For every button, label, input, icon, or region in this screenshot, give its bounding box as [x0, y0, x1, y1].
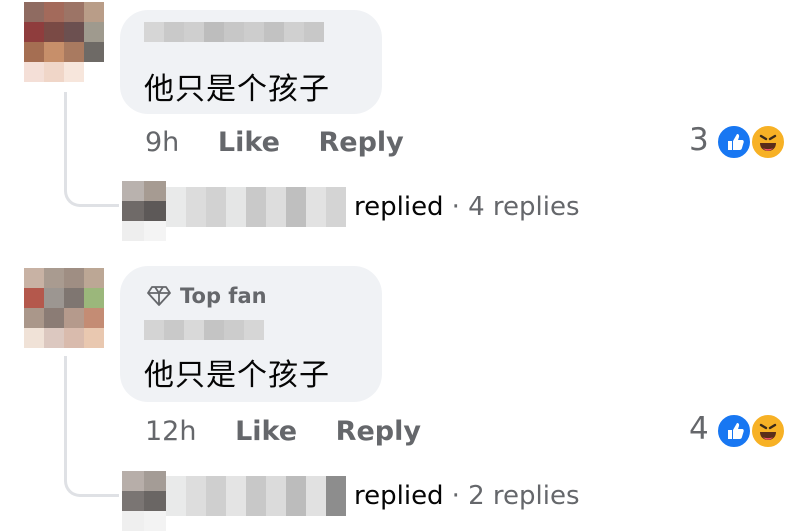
view-replies-link[interactable]: replied · 4 replies	[166, 187, 580, 227]
diamond-icon	[147, 286, 171, 306]
view-replies-link[interactable]: replied · 2 replies	[166, 476, 580, 516]
author-name-blurred[interactable]	[144, 22, 324, 42]
comment-bubble: Top fan 他只是个孩子	[120, 266, 382, 402]
thread-connector	[64, 92, 119, 207]
author-name-blurred[interactable]	[144, 320, 264, 340]
comment-bubble: 他只是个孩子	[120, 10, 382, 114]
replies-count: · 4 replies	[451, 192, 580, 222]
reply-button[interactable]: Reply	[319, 127, 404, 158]
timestamp[interactable]: 12h	[145, 416, 196, 447]
reply-author-blurred	[166, 476, 346, 516]
comment-text: 他只是个孩子	[144, 358, 330, 393]
avatar[interactable]	[24, 2, 104, 82]
haha-icon[interactable]	[750, 124, 786, 160]
top-fan-label: Top fan	[180, 284, 267, 308]
like-button[interactable]: Like	[218, 127, 280, 158]
like-icon[interactable]	[716, 124, 752, 160]
replied-label: replied	[354, 192, 444, 222]
comment-thread: 他只是个孩子 9h Like Reply 3 replied · 4 repli…	[0, 0, 800, 531]
top-fan-badge: Top fan	[146, 284, 267, 308]
reaction-count[interactable]: 3	[689, 122, 709, 158]
reply-button[interactable]: Reply	[336, 416, 421, 447]
timestamp[interactable]: 9h	[145, 127, 179, 158]
comment-actions: 12h Like Reply	[145, 416, 421, 447]
haha-icon[interactable]	[750, 413, 786, 449]
like-icon[interactable]	[716, 413, 752, 449]
replied-label: replied	[354, 481, 444, 511]
avatar[interactable]	[24, 268, 104, 348]
comment-text: 他只是个孩子	[144, 72, 330, 107]
reaction-count[interactable]: 4	[689, 411, 709, 447]
reply-avatar[interactable]	[122, 181, 166, 241]
thread-connector	[64, 356, 119, 497]
like-button[interactable]: Like	[235, 416, 297, 447]
reply-author-blurred	[166, 187, 346, 227]
replies-count: · 2 replies	[451, 481, 580, 511]
reply-avatar[interactable]	[122, 471, 166, 531]
comment-actions: 9h Like Reply	[145, 127, 404, 158]
